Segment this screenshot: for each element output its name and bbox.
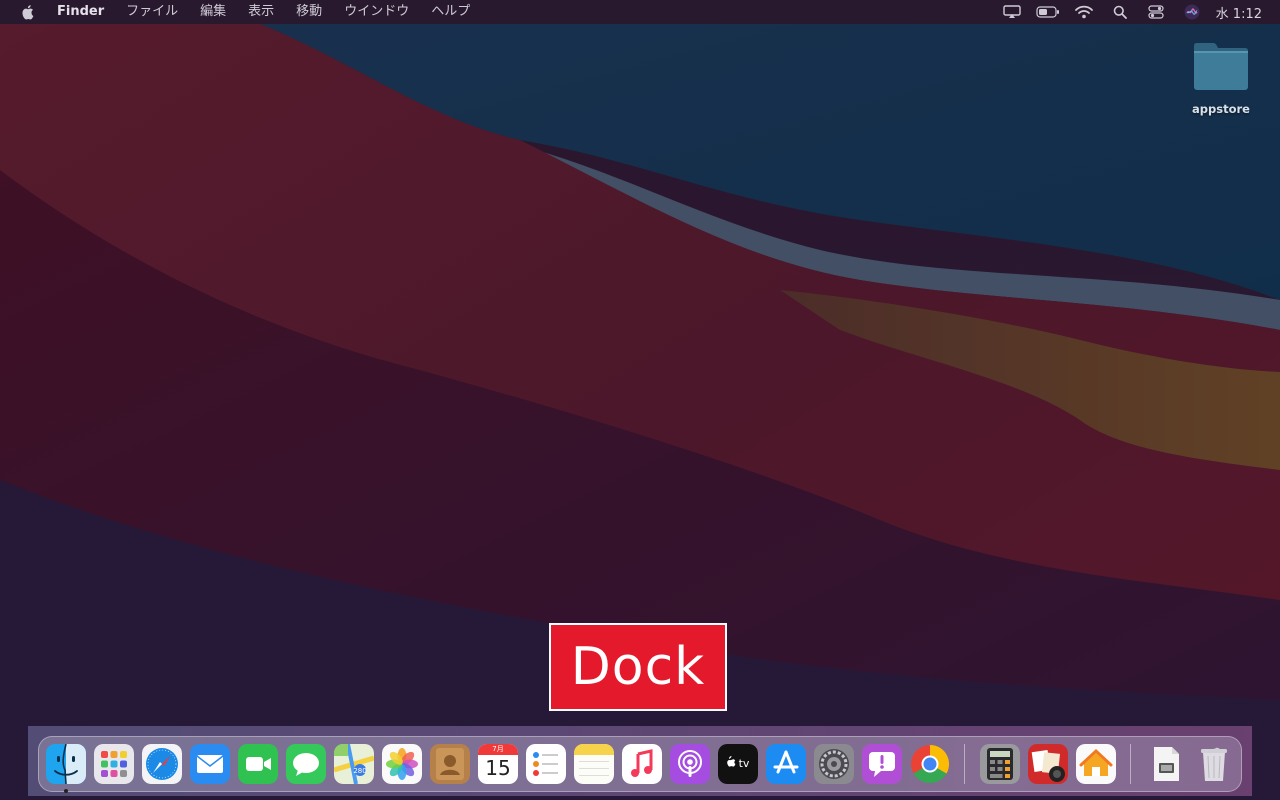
dock-calendar[interactable]: 7月 15	[478, 744, 518, 784]
menu-view[interactable]: 表示	[237, 0, 285, 24]
tv-icon: tv	[718, 744, 758, 784]
dock-photos[interactable]	[382, 744, 422, 784]
gear-icon	[814, 744, 854, 784]
dock-music[interactable]	[622, 744, 662, 784]
menu-app-name[interactable]: Finder	[46, 0, 115, 24]
svg-text:280: 280	[353, 767, 366, 775]
facetime-icon	[238, 744, 278, 784]
dock-maps[interactable]: 280	[334, 744, 374, 784]
dock-chrome[interactable]	[910, 744, 950, 784]
launchpad-icon	[94, 744, 134, 784]
dock-launchpad[interactable]	[94, 744, 134, 784]
menu-help[interactable]: ヘルプ	[420, 0, 481, 24]
podcasts-icon	[670, 744, 710, 784]
feedback-assistant-icon	[862, 744, 902, 784]
trash-icon	[1201, 747, 1227, 781]
finder-icon	[46, 744, 86, 784]
home-icon	[1076, 744, 1116, 784]
dock-separator-2	[1130, 744, 1131, 784]
menu-file[interactable]: ファイル	[115, 0, 189, 24]
siri-icon[interactable]	[1174, 0, 1210, 24]
dock-finder[interactable]	[46, 744, 86, 784]
dock-trash[interactable]	[1194, 744, 1234, 784]
photo-booth-icon	[1028, 744, 1068, 784]
battery-icon[interactable]	[1030, 0, 1066, 24]
finder-running-indicator	[64, 789, 68, 793]
dock-app-store[interactable]	[766, 744, 806, 784]
wifi-icon[interactable]	[1066, 0, 1102, 24]
dock-photo-booth[interactable]	[1028, 744, 1068, 784]
dock-reminders[interactable]	[526, 744, 566, 784]
dock-notes[interactable]	[574, 744, 614, 784]
dock-mail[interactable]	[190, 744, 230, 784]
menu-bar: Finder ファイル 編集 表示 移動 ウインドウ ヘルプ 水 1:12	[0, 0, 1280, 24]
desktop-folder-label: appstore	[1192, 102, 1250, 116]
photos-icon	[382, 744, 422, 784]
menu-window[interactable]: ウインドウ	[333, 0, 420, 24]
dock-podcasts[interactable]	[670, 744, 710, 784]
reminders-icon	[526, 744, 566, 784]
dock-home[interactable]	[1076, 744, 1116, 784]
mail-icon	[190, 744, 230, 784]
dock-messages[interactable]	[286, 744, 326, 784]
chrome-icon	[911, 744, 950, 784]
calendar-header: 7月	[478, 744, 518, 755]
menu-go[interactable]: 移動	[285, 0, 333, 24]
dock-safari[interactable]	[142, 744, 182, 784]
dock-separator	[964, 744, 965, 784]
messages-icon	[286, 744, 326, 784]
safari-icon	[142, 744, 182, 784]
app-store-icon	[766, 744, 806, 784]
dock-document[interactable]	[1146, 744, 1186, 784]
spotlight-search-icon[interactable]	[1102, 0, 1138, 24]
document-icon	[1154, 747, 1179, 781]
dock-callout-label: Dock	[549, 623, 727, 711]
calendar-day: 15	[485, 756, 511, 780]
folder-icon	[1191, 40, 1251, 92]
dock-contacts[interactable]	[430, 744, 470, 784]
maps-icon: 280	[334, 744, 374, 784]
apple-logo-icon[interactable]	[18, 0, 36, 24]
menu-edit[interactable]: 編集	[189, 0, 237, 24]
contacts-icon	[430, 744, 470, 784]
notes-icon	[574, 744, 614, 784]
menubar-clock[interactable]: 水 1:12	[1210, 3, 1262, 22]
dock-facetime[interactable]	[238, 744, 278, 784]
tv-label: tv	[739, 757, 750, 770]
dock-feedback-assistant[interactable]	[862, 744, 902, 784]
music-icon	[622, 744, 662, 784]
dock-calculator[interactable]	[980, 744, 1020, 784]
calculator-icon	[980, 744, 1020, 784]
control-center-icon[interactable]	[1138, 0, 1174, 24]
dock-system-preferences[interactable]	[814, 744, 854, 784]
dock-tv[interactable]: tv	[718, 744, 758, 784]
desktop-folder-appstore[interactable]: appstore	[1186, 40, 1256, 116]
airplay-icon[interactable]	[994, 0, 1030, 24]
